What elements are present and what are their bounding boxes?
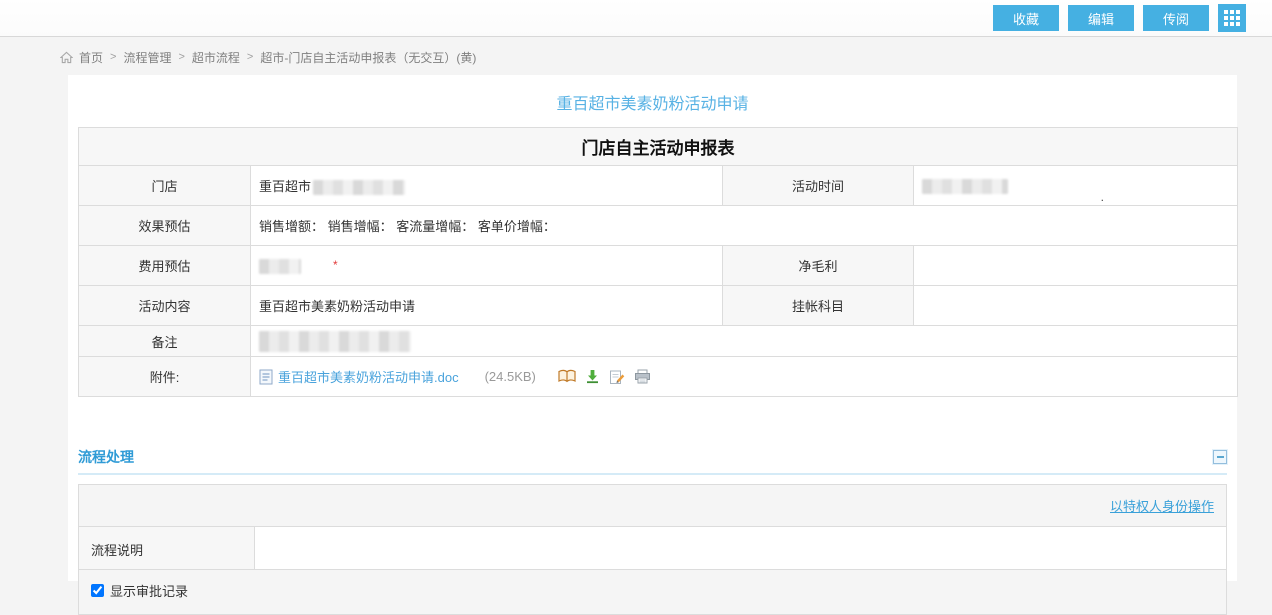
process-section-header: 流程处理 [78,447,1227,475]
favorite-button[interactable]: 收藏 [993,5,1059,31]
process-section-title: 流程处理 [78,447,134,467]
remark-value-cell [251,326,1238,357]
privileged-bar: 以特权人身份操作 [79,485,1226,527]
process-description-value[interactable] [255,527,1226,569]
stray-dot: . [1101,190,1104,204]
effect-estimate-label: 效果预估 [79,206,251,246]
cost-estimate-value-cell: * [251,246,723,286]
document-title: 重百超市美素奶粉活动申请 [68,75,1237,127]
show-approval-checkbox[interactable] [91,584,104,597]
activity-content-label: 活动内容 [79,286,251,326]
grid-icon [1224,10,1240,26]
form-title: 门店自主活动申报表 [79,128,1238,166]
breadcrumb-separator: > [247,51,253,63]
breadcrumb-supermarket-flow[interactable]: 超市流程 [192,49,240,66]
redacted-cost-value [259,259,301,274]
breadcrumb-process-mgmt[interactable]: 流程管理 [123,49,171,66]
attachment-label: 附件: [79,357,251,397]
account-subject-value-cell [914,286,1238,326]
table-row: 活动内容 重百超市美素奶粉活动申请 挂帐科目 [79,286,1238,326]
net-profit-label: 净毛利 [723,246,914,286]
top-toolbar: 收藏 编辑 传阅 [0,0,1272,37]
form-card: 重百超市美素奶粉活动申请 门店自主活动申报表 门店 重百超市 活动时间 . 效果… [68,75,1237,581]
print-icon[interactable] [634,369,651,384]
effect-estimate-value: 销售增额： 销售增幅： 客流量增幅： 客单价增幅： [251,206,1238,246]
process-description-row: 流程说明 [79,527,1226,570]
table-row: 效果预估 销售增额： 销售增幅： 客流量增幅： 客单价增幅： [79,206,1238,246]
activity-time-label: 活动时间 [723,166,914,206]
net-profit-value-cell [914,246,1238,286]
download-icon[interactable] [585,369,600,384]
redacted-activity-time [922,179,1008,194]
account-subject-label: 挂帐科目 [723,286,914,326]
show-approval-row: 显示审批记录 [79,570,1226,614]
privileged-operate-link[interactable]: 以特权人身份操作 [1110,499,1214,514]
remark-label: 备注 [79,326,251,357]
breadcrumb: 首页 > 流程管理 > 超市流程 > 超市-门店自主活动申报表（无交互）(黄) [60,48,1272,66]
breadcrumb-separator: > [110,51,116,63]
home-icon [60,51,73,64]
table-row: 门店 重百超市 活动时间 . [79,166,1238,206]
circulate-button[interactable]: 传阅 [1143,5,1209,31]
process-box: 以特权人身份操作 流程说明 显示审批记录 [78,484,1227,615]
table-row: 费用预估 * 净毛利 [79,246,1238,286]
store-value-cell: 重百超市 [251,166,723,206]
activity-time-value-cell: . [914,166,1238,206]
table-row: 备注 [79,326,1238,357]
process-description-label: 流程说明 [79,527,255,569]
required-asterisk: * [333,258,338,272]
store-value: 重百超市 [259,179,311,194]
doc-file-icon [259,369,273,385]
breadcrumb-separator: > [178,51,184,63]
cost-estimate-label: 费用预估 [79,246,251,286]
edit-file-icon[interactable] [609,369,625,385]
breadcrumb-current-page: 超市-门店自主活动申报表（无交互）(黄) [260,49,476,66]
apps-grid-button[interactable] [1218,4,1246,32]
edit-button[interactable]: 编辑 [1068,5,1134,31]
redacted-store-value [313,180,405,195]
redacted-remark-value [259,331,411,352]
declaration-form-table: 门店自主活动申报表 门店 重百超市 活动时间 . 效果预估 销售增额： 销售增幅… [78,127,1238,397]
store-label: 门店 [79,166,251,206]
breadcrumb-home[interactable]: 首页 [79,49,103,66]
attachment-file-link[interactable]: 重百超市美素奶粉活动申请.doc [278,367,459,386]
activity-content-value: 重百超市美素奶粉活动申请 [251,286,723,326]
attachment-file-size: (24.5KB) [485,369,536,384]
show-approval-label: 显示审批记录 [110,581,188,600]
table-row: 附件: 重百超市美素奶粉活动申请.doc (24.5KB) [79,357,1238,397]
attachment-cell: 重百超市美素奶粉活动申请.doc (24.5KB) [251,357,1238,397]
view-book-icon[interactable] [558,369,576,384]
collapse-section-icon[interactable] [1213,450,1227,464]
